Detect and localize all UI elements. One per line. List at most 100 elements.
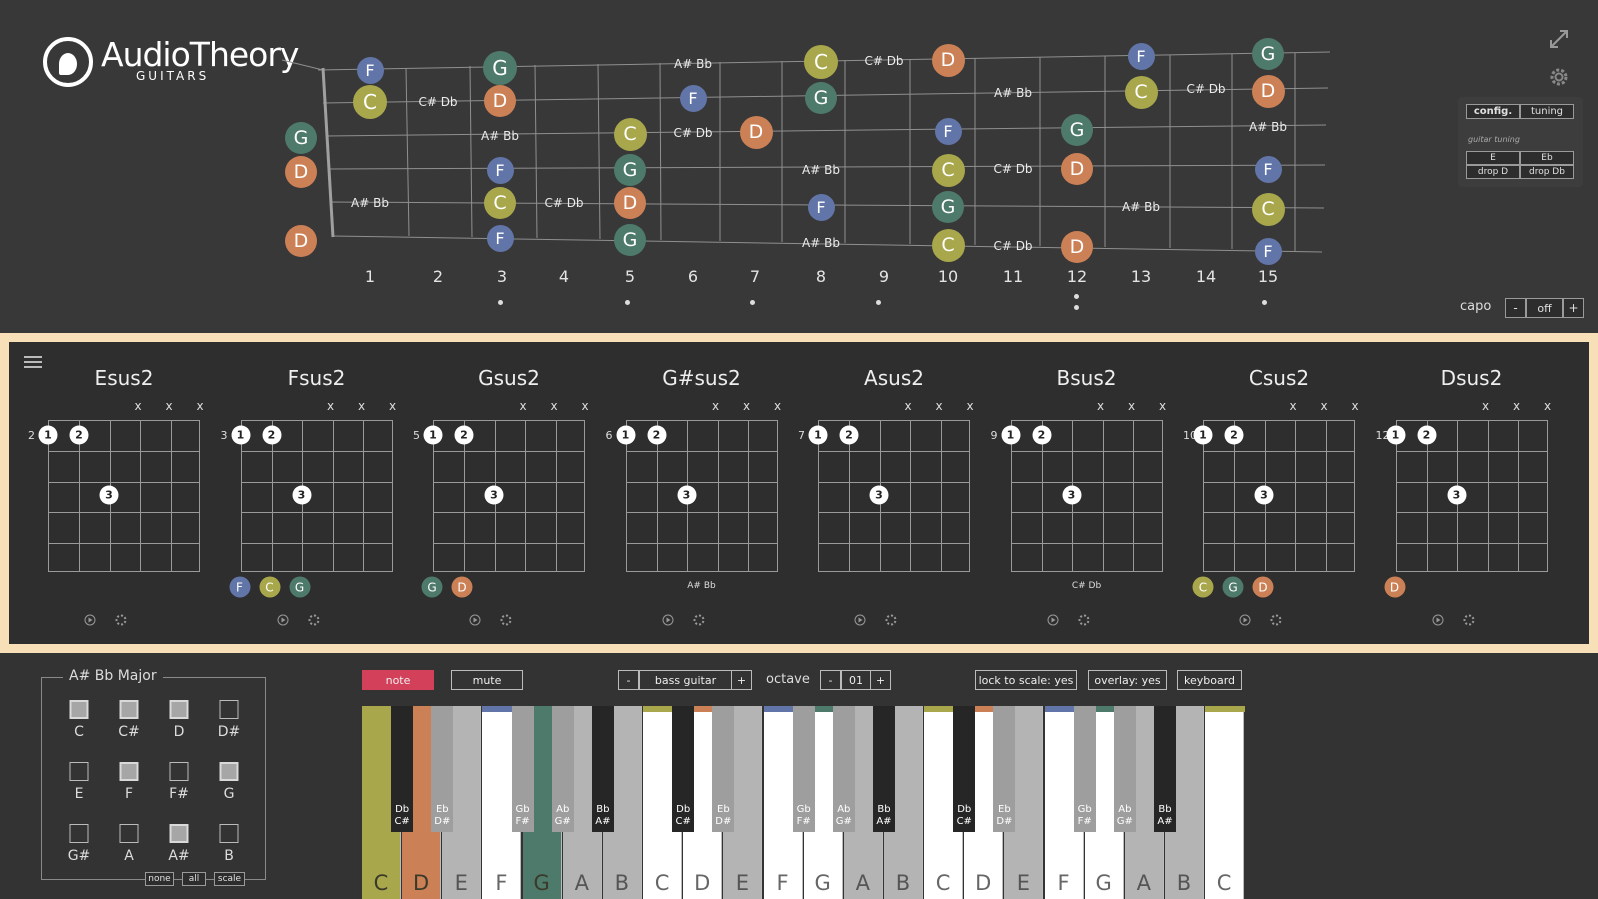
fret-note-g[interactable]: G — [932, 191, 964, 223]
fret-note-c[interactable]: C — [613, 117, 647, 151]
play-chord-icon[interactable] — [1239, 614, 1251, 626]
piano-black-key[interactable]: Bb A# — [872, 706, 895, 832]
piano-black-key[interactable]: Ab G# — [551, 706, 574, 832]
fret-note-g[interactable]: G — [614, 224, 646, 256]
piano-black-key[interactable]: Eb D# — [431, 706, 454, 832]
piano-key-c[interactable]: C — [1205, 706, 1245, 899]
chord-settings-icon[interactable] — [500, 614, 512, 626]
fret-note-accidental[interactable]: C# Db — [993, 239, 1032, 253]
scale-note-checkbox[interactable] — [119, 700, 139, 719]
select-all-button[interactable]: all — [182, 872, 206, 886]
chord-settings-icon[interactable] — [1270, 614, 1282, 626]
piano-black-key[interactable]: Gb F# — [511, 706, 534, 832]
fret-note-accidental[interactable]: C# Db — [418, 95, 457, 109]
scale-note-checkbox[interactable] — [169, 762, 189, 781]
fret-note-c[interactable]: C — [931, 153, 965, 187]
fret-note-c[interactable]: C — [804, 45, 838, 79]
tuning-drop-d-button[interactable]: drop D — [1466, 165, 1520, 179]
piano-black-key[interactable]: Ab G# — [1113, 706, 1136, 832]
chord-settings-icon[interactable] — [115, 614, 127, 626]
play-chord-icon[interactable] — [854, 614, 866, 626]
capo-plus-button[interactable]: + — [1563, 298, 1584, 318]
fret-note-accidental[interactable]: A# Bb — [802, 163, 840, 177]
chord-settings-icon[interactable] — [885, 614, 897, 626]
octave-minus-button[interactable]: - — [820, 670, 841, 690]
fret-note-f[interactable]: F — [807, 193, 835, 221]
fret-note-f[interactable]: F — [679, 84, 707, 112]
chord-settings-icon[interactable] — [308, 614, 319, 626]
fret-note-d[interactable]: D — [285, 156, 317, 188]
scale-note-checkbox[interactable] — [69, 762, 89, 781]
scale-note-checkbox[interactable] — [119, 824, 139, 843]
piano-black-key[interactable]: Db C# — [672, 706, 695, 832]
play-chord-icon[interactable] — [1432, 614, 1443, 626]
piano-black-key[interactable]: Ab G# — [832, 706, 855, 832]
fret-note-c[interactable]: C — [931, 228, 965, 262]
tuning-eb-button[interactable]: Eb — [1520, 151, 1574, 165]
fret-note-accidental[interactable]: A# Bb — [674, 57, 712, 71]
fret-note-g[interactable]: G — [483, 51, 517, 85]
fret-note-d[interactable]: D — [1251, 74, 1285, 108]
fret-note-accidental[interactable]: A# Bb — [1122, 200, 1160, 214]
scale-note-checkbox[interactable] — [119, 762, 139, 781]
scale-note-checkbox[interactable] — [169, 700, 189, 719]
piano-black-key[interactable]: Eb D# — [712, 706, 735, 832]
instrument-minus-button[interactable]: - — [618, 670, 639, 690]
expand-icon[interactable] — [1547, 27, 1571, 51]
piano-black-key[interactable]: Eb D# — [993, 706, 1016, 832]
select-none-button[interactable]: none — [145, 872, 174, 886]
fret-note-d[interactable]: D — [614, 187, 646, 219]
scale-note-checkbox[interactable] — [169, 824, 189, 843]
fret-note-accidental[interactable]: C# Db — [864, 54, 903, 68]
chord-settings-icon[interactable] — [693, 614, 704, 626]
piano-black-key[interactable]: Bb A# — [591, 706, 614, 832]
fret-note-g[interactable]: G — [614, 154, 646, 186]
scale-note-checkbox[interactable] — [219, 762, 239, 781]
fret-note-d[interactable]: D — [1061, 231, 1093, 263]
instrument-select[interactable]: bass guitar — [639, 670, 732, 690]
fret-note-f[interactable]: F — [486, 156, 514, 184]
fret-note-accidental[interactable]: A# Bb — [802, 236, 840, 250]
fret-note-f[interactable]: F — [934, 117, 962, 145]
fret-note-accidental[interactable]: C# Db — [673, 126, 712, 140]
fret-note-g[interactable]: G — [1252, 38, 1284, 70]
play-chord-icon[interactable] — [469, 614, 481, 626]
fret-note-f[interactable]: F — [486, 224, 514, 252]
fret-note-d[interactable]: D — [1061, 153, 1093, 185]
play-chord-icon[interactable] — [1047, 614, 1058, 626]
fret-note-d[interactable]: D — [285, 225, 317, 257]
fret-note-accidental[interactable]: C# Db — [1186, 82, 1225, 96]
piano-black-key[interactable]: Db C# — [391, 706, 414, 832]
capo-minus-button[interactable]: - — [1505, 298, 1526, 318]
fret-note-f[interactable]: F — [1254, 237, 1282, 265]
fret-note-accidental[interactable]: C# Db — [544, 196, 583, 210]
note-button[interactable]: note — [362, 670, 434, 690]
lock-to-scale-button[interactable]: lock to scale: yes — [975, 670, 1077, 690]
fret-note-d[interactable]: D — [739, 115, 773, 149]
fret-note-c[interactable]: C — [1251, 192, 1285, 226]
fret-note-accidental[interactable]: A# Bb — [994, 86, 1032, 100]
fret-note-g[interactable]: G — [805, 82, 837, 114]
fret-note-c[interactable]: C — [353, 85, 387, 119]
scale-note-checkbox[interactable] — [219, 824, 239, 843]
fret-note-accidental[interactable]: A# Bb — [351, 196, 389, 210]
tab-config[interactable]: config. — [1466, 104, 1520, 119]
menu-icon[interactable] — [23, 354, 43, 370]
mute-button[interactable]: mute — [451, 670, 523, 690]
fret-note-c[interactable]: C — [1124, 75, 1158, 109]
select-scale-button[interactable]: scale — [214, 872, 245, 886]
fret-note-g[interactable]: G — [285, 122, 317, 154]
piano-black-key[interactable]: Bb A# — [1154, 706, 1176, 832]
chord-settings-icon[interactable] — [1463, 614, 1474, 626]
piano-black-key[interactable]: Gb F# — [1073, 706, 1096, 832]
fret-note-accidental[interactable]: C# Db — [993, 162, 1032, 176]
fret-note-accidental[interactable]: A# Bb — [1249, 120, 1287, 134]
fret-note-accidental[interactable]: A# Bb — [481, 129, 519, 143]
overlay-button[interactable]: overlay: yes — [1088, 670, 1167, 690]
play-chord-icon[interactable] — [662, 614, 673, 626]
keyboard-button[interactable]: keyboard — [1177, 670, 1242, 690]
scale-note-checkbox[interactable] — [69, 824, 89, 843]
fret-note-d[interactable]: D — [484, 85, 516, 117]
scale-note-checkbox[interactable] — [69, 700, 89, 719]
chord-settings-icon[interactable] — [1078, 614, 1089, 626]
